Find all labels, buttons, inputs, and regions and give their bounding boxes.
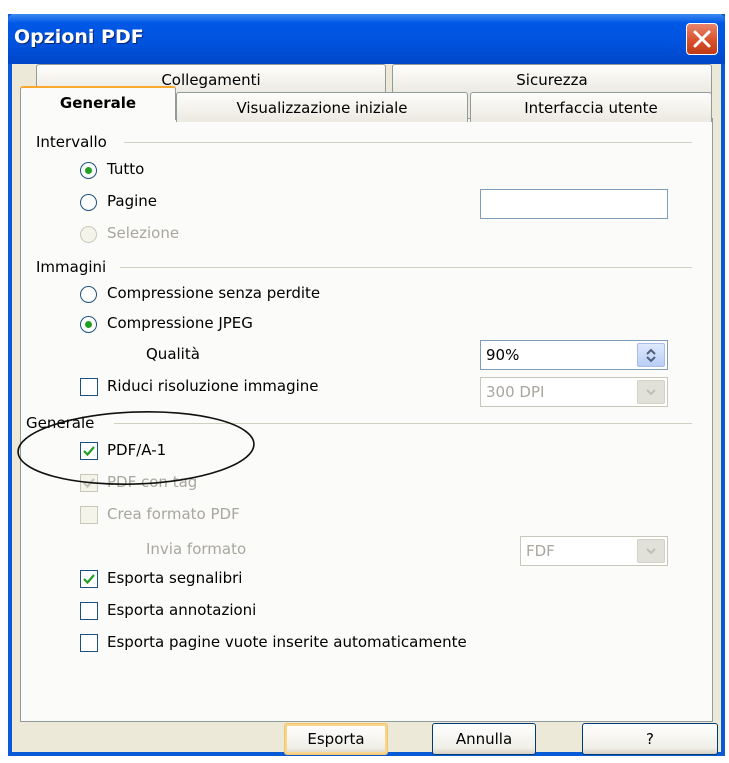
quality-label: Qualità	[146, 345, 200, 363]
checkbox-esporta-pagine-vuote[interactable]	[80, 634, 98, 652]
esporta-pagine-vuote-label: Esporta pagine vuote inserite automatica…	[107, 633, 467, 651]
cancel-button[interactable]: Annulla	[432, 723, 536, 755]
esporta-annotazioni-label: Esporta annotazioni	[107, 601, 257, 619]
tab-interfaccia-utente[interactable]: Interfaccia utente	[470, 92, 712, 122]
tab-generale[interactable]: Generale	[20, 86, 176, 120]
checkbox-riduci-risoluzione[interactable]	[80, 378, 98, 396]
tab-sicurezza[interactable]: Sicurezza	[392, 64, 712, 94]
radio-compressione-jpeg[interactable]	[80, 316, 97, 333]
radio-pagine[interactable]	[80, 194, 97, 211]
checkbox-esporta-annotazioni[interactable]	[80, 602, 98, 620]
section-immagini-label: Immagini	[36, 258, 107, 276]
reduce-resolution-label: Riduci risoluzione immagine	[107, 377, 319, 395]
checkmark-icon	[83, 574, 95, 585]
radio-selezione	[80, 226, 97, 243]
radio-lossless-label: Compressione senza perdite	[107, 284, 321, 302]
resolution-select: 300 DPI	[480, 377, 668, 407]
quality-spinner[interactable]: 90%	[480, 340, 668, 370]
radio-compressione-senza-perdite[interactable]	[80, 286, 97, 303]
export-button[interactable]: Esporta	[284, 723, 388, 755]
window-title: Opzioni PDF	[14, 26, 144, 48]
section-divider	[124, 142, 692, 143]
help-button[interactable]: ?	[582, 723, 718, 755]
pages-input[interactable]	[480, 189, 668, 219]
chevron-down-icon	[637, 380, 665, 404]
section-divider	[120, 267, 692, 268]
radio-tutto-label: Tutto	[107, 160, 145, 178]
send-format-value: FDF	[526, 542, 555, 560]
crea-formato-label: Crea formato PDF	[107, 505, 240, 523]
resolution-value: 300 DPI	[486, 383, 545, 401]
close-icon	[693, 30, 711, 48]
tab-visualizzazione-iniziale[interactable]: Visualizzazione iniziale	[176, 92, 468, 122]
close-button[interactable]	[686, 23, 718, 55]
invia-formato-label: Invia formato	[146, 540, 247, 558]
chevron-down-icon	[637, 539, 665, 563]
send-format-select: FDF	[520, 536, 668, 566]
checkbox-esporta-segnalibri[interactable]	[80, 570, 98, 588]
esporta-segnalibri-label: Esporta segnalibri	[107, 569, 243, 587]
radio-pagine-label: Pagine	[107, 192, 157, 210]
spin-icon[interactable]	[637, 343, 665, 367]
checkbox-crea-formato-pdf	[80, 506, 98, 524]
radio-tutto[interactable]	[80, 162, 97, 179]
quality-value: 90%	[486, 346, 520, 364]
radio-jpeg-label: Compressione JPEG	[107, 314, 253, 332]
radio-selezione-label: Selezione	[107, 224, 180, 242]
highlight-ellipse	[17, 410, 255, 486]
section-intervallo-label: Intervallo	[36, 133, 107, 151]
